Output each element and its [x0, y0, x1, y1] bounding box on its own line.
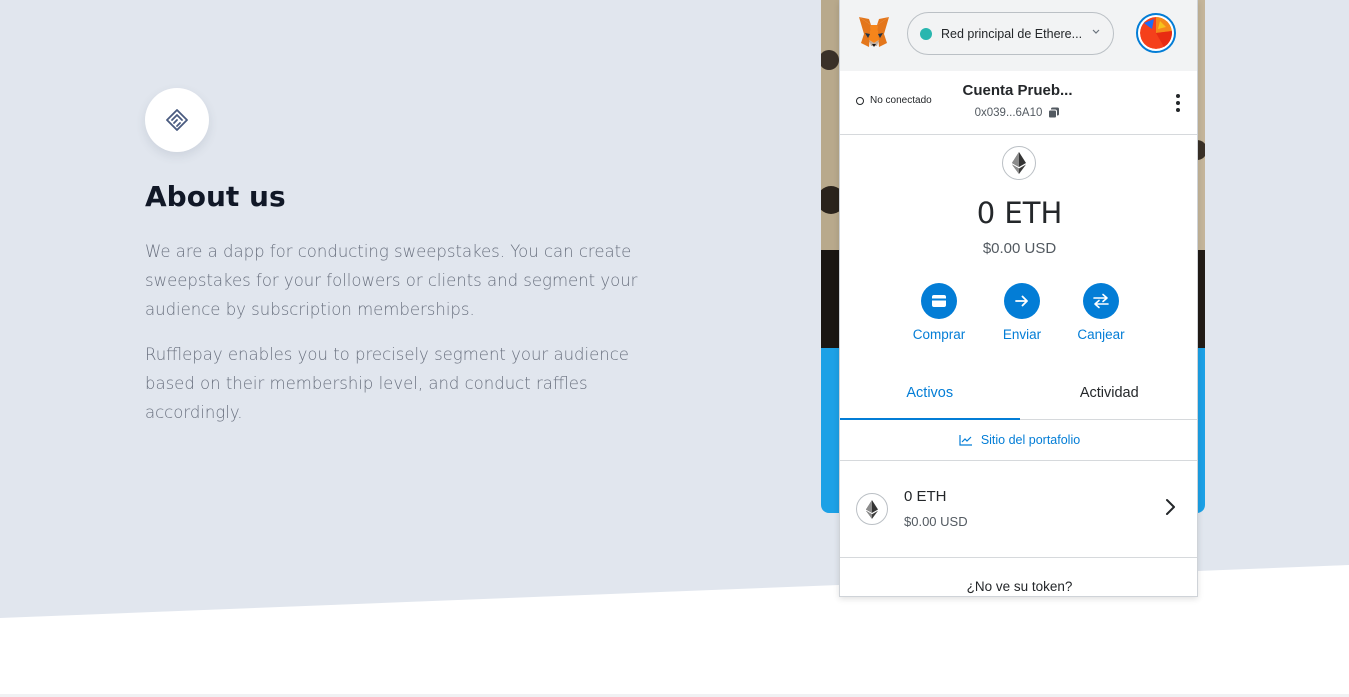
chevron-down-icon — [1092, 29, 1100, 34]
connection-status[interactable]: No conectado — [856, 95, 932, 106]
wallet-header: Red principal de Ethere... — [840, 0, 1197, 71]
network-status-dot — [920, 27, 932, 40]
portfolio-link[interactable]: Sitio del portafolio — [840, 420, 1197, 461]
asset-usd: $0.00 USD — [904, 514, 968, 529]
swap-icon — [1093, 293, 1109, 309]
account-avatar-icon — [1140, 16, 1173, 49]
send-button[interactable]: Enviar — [982, 283, 1062, 342]
connection-status-dot — [856, 96, 864, 105]
ethereum-icon — [856, 493, 888, 525]
network-label: Red principal de Ethere... — [941, 26, 1083, 41]
copy-icon — [1048, 107, 1060, 119]
about-paragraph: Rufflepay enables you to precisely segme… — [145, 345, 629, 422]
chevron-right-icon — [1166, 499, 1175, 515]
tab-activity[interactable]: Actividad — [1020, 366, 1198, 419]
card-icon — [932, 295, 946, 307]
account-address-button[interactable]: 0x039...6A10 — [950, 107, 1085, 119]
about-title: About us — [145, 180, 286, 213]
balance-amount: 0 ETH — [976, 196, 1063, 230]
buy-button-label: Comprar — [912, 327, 966, 342]
network-selector[interactable]: Red principal de Ethere... — [907, 12, 1114, 55]
asset-amount: 0 ETH — [904, 488, 947, 505]
send-button-circle — [1004, 283, 1040, 319]
send-button-label: Enviar — [1002, 327, 1042, 342]
balance-usd: $0.00 USD — [982, 240, 1057, 257]
metamask-fox-icon[interactable] — [856, 14, 892, 50]
connection-status-label: No conectado — [870, 95, 932, 106]
ethereum-icon — [1002, 146, 1036, 180]
tab-assets[interactable]: Activos — [840, 366, 1020, 420]
account-address: 0x039...6A10 — [974, 107, 1043, 119]
kebab-menu-icon[interactable] — [1168, 91, 1188, 115]
no-token-link[interactable]: ¿No ve su token? — [840, 579, 1197, 594]
portfolio-link-label: Sitio del portafolio — [980, 433, 1081, 447]
swap-button[interactable]: Canjear — [1061, 283, 1141, 342]
wallet-popup: Red principal de Ethere... No conectado … — [839, 0, 1198, 597]
buy-button-circle — [921, 283, 957, 319]
asset-row[interactable]: 0 ETH $0.00 USD — [840, 461, 1197, 558]
account-name[interactable]: Cuenta Prueb... — [950, 82, 1085, 99]
swap-button-label: Canjear — [1077, 327, 1125, 342]
about-paragraph: We are a dapp for conducting sweepstakes… — [145, 242, 638, 319]
wallet-tabs: Activos Actividad — [840, 366, 1198, 420]
account-avatar[interactable] — [1136, 13, 1176, 53]
arrow-right-icon — [1015, 295, 1028, 307]
account-bar: No conectado Cuenta Prueb... 0x039...6A1… — [840, 71, 1197, 135]
swap-button-circle — [1083, 283, 1119, 319]
about-icon-badge — [145, 88, 209, 152]
handshake-icon — [166, 109, 188, 131]
buy-button[interactable]: Comprar — [899, 283, 979, 342]
chart-line-icon — [959, 435, 972, 446]
